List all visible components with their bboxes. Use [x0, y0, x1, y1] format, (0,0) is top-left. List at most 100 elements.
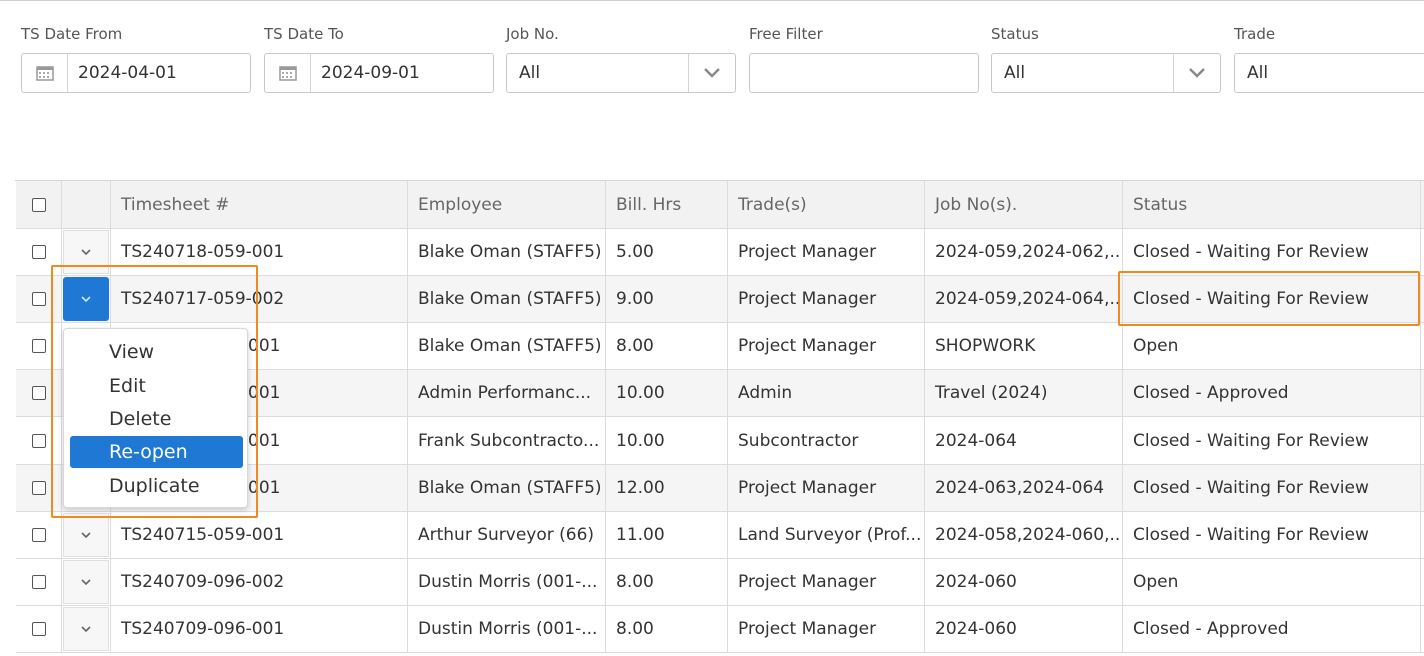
menu-item-view[interactable]: View — [70, 336, 243, 368]
column-header-trades[interactable]: Trade(s) — [728, 181, 925, 228]
cell-status: Open — [1123, 559, 1421, 605]
cell-status: Closed - Approved — [1123, 370, 1421, 416]
chevron-down-icon[interactable] — [688, 54, 735, 92]
menu-item-edit[interactable]: Edit — [70, 370, 243, 402]
row-checkbox[interactable] — [31, 433, 46, 448]
cell-employee: Blake Oman (STAFF5) — [408, 229, 606, 275]
row-select-cell — [16, 229, 62, 275]
filter-date-to-label: TS Date To — [264, 25, 344, 43]
cell-employee: Blake Oman (STAFF5) — [408, 276, 606, 322]
cell-trades: Project Manager — [728, 323, 925, 369]
row-checkbox[interactable] — [31, 575, 46, 589]
row-checkbox[interactable] — [31, 386, 46, 400]
menu-item-duplicate[interactable]: Duplicate — [70, 470, 243, 502]
trade-select[interactable]: All — [1234, 53, 1424, 93]
cell-trades: Project Manager — [728, 606, 925, 652]
row-checkbox[interactable] — [31, 528, 46, 542]
chevron-down-icon — [81, 578, 91, 585]
row-checkbox[interactable] — [31, 245, 46, 259]
row-action-button[interactable] — [63, 277, 109, 321]
cell-job-nos: SHOPWORK — [925, 323, 1123, 369]
row-action-button[interactable] — [63, 560, 109, 604]
chevron-down-icon[interactable] — [1173, 54, 1220, 92]
cell-trades: Project Manager — [728, 465, 925, 511]
row-action-cell — [62, 559, 111, 605]
cell-trades: Admin — [728, 370, 925, 416]
row-action-button[interactable] — [63, 607, 109, 651]
cell-timesheet: TS240715-059-001 — [111, 512, 408, 558]
cell-bill-hrs: 8.00 — [606, 606, 728, 652]
cell-bill-hrs: 5.00 — [606, 229, 728, 275]
cell-status: Closed - Waiting For Review — [1123, 512, 1421, 558]
column-header-timesheet[interactable]: Timesheet # — [111, 181, 408, 228]
chevron-down-icon — [81, 248, 91, 255]
table-row[interactable]: TS240709-096-002 Dustin Morris (001-... … — [16, 559, 1424, 606]
menu-item-reopen[interactable]: Re-open — [70, 436, 243, 468]
cell-bill-hrs: 8.00 — [606, 323, 728, 369]
cell-employee: Dustin Morris (001-... — [408, 559, 606, 605]
cell-timesheet: TS240709-096-001 — [111, 606, 408, 652]
cell-employee: Frank Subcontracto... — [408, 417, 606, 464]
job-no-value: All — [519, 63, 541, 83]
column-header-employee[interactable]: Employee — [408, 181, 606, 228]
top-divider — [0, 0, 1424, 1]
filter-date-from: TS Date From 2024-04-01 — [21, 24, 251, 93]
filter-job-no-label: Job No. — [506, 25, 559, 43]
calendar-icon[interactable] — [265, 54, 311, 92]
row-action-cell — [62, 229, 111, 275]
cell-bill-hrs: 10.00 — [606, 370, 728, 416]
filter-status-label: Status — [991, 25, 1039, 43]
cell-employee: Dustin Morris (001-... — [408, 606, 606, 652]
select-all-checkbox[interactable] — [31, 197, 46, 212]
row-select-cell — [16, 276, 62, 322]
cell-job-nos: 2024-059,2024-062,... — [925, 229, 1123, 275]
cell-bill-hrs: 11.00 — [606, 512, 728, 558]
row-select-cell — [16, 559, 62, 605]
cell-employee: Blake Oman (STAFF5) — [408, 323, 606, 369]
row-action-menu: View Edit Delete Re-open Duplicate — [63, 328, 248, 508]
cell-status: Open — [1123, 323, 1421, 369]
row-select-cell — [16, 417, 62, 464]
table-header: Timesheet # Employee Bill. Hrs Trade(s) … — [16, 181, 1424, 229]
calendar-icon[interactable] — [22, 54, 68, 92]
cell-job-nos: 2024-058,2024-060,... — [925, 512, 1123, 558]
column-header-status[interactable]: Status — [1123, 181, 1421, 228]
table-row[interactable]: TS240709-096-001 Dustin Morris (001-... … — [16, 606, 1424, 653]
cell-status: Closed - Waiting For Review — [1123, 229, 1421, 275]
column-header-job-nos[interactable]: Job No(s). — [925, 181, 1123, 228]
cell-status: Closed - Waiting For Review — [1123, 465, 1421, 511]
cell-bill-hrs: 10.00 — [606, 417, 728, 464]
cell-status: Closed - Waiting For Review — [1123, 417, 1421, 464]
menu-item-delete[interactable]: Delete — [70, 403, 243, 435]
filter-trade: Trade All — [1234, 24, 1424, 93]
row-action-button[interactable] — [63, 230, 109, 274]
table-row[interactable]: TS240715-059-001 Arthur Surveyor (66) 11… — [16, 512, 1424, 559]
row-checkbox[interactable] — [31, 292, 46, 306]
column-header-bill-hrs[interactable]: Bill. Hrs — [606, 181, 728, 228]
cell-bill-hrs: 9.00 — [606, 276, 728, 322]
date-from-value: 2024-04-01 — [78, 63, 177, 83]
cell-job-nos: 2024-059,2024-064,... — [925, 276, 1123, 322]
row-action-cell — [62, 512, 111, 558]
filter-trade-label: Trade — [1234, 25, 1276, 43]
cell-employee: Arthur Surveyor (66) — [408, 512, 606, 558]
chevron-down-icon — [81, 531, 91, 538]
row-checkbox[interactable] — [31, 481, 46, 495]
row-select-cell — [16, 465, 62, 511]
row-checkbox[interactable] — [31, 622, 46, 636]
table-row[interactable]: TS240717-059-002 Blake Oman (STAFF5) 9.0… — [16, 276, 1424, 323]
select-all-cell — [16, 181, 62, 228]
status-select[interactable]: All — [991, 53, 1221, 93]
date-from-input[interactable]: 2024-04-01 — [21, 53, 251, 93]
cell-bill-hrs: 8.00 — [606, 559, 728, 605]
filter-free: Free Filter — [749, 24, 979, 93]
free-filter-input[interactable] — [749, 53, 979, 93]
job-no-select[interactable]: All — [506, 53, 736, 93]
date-to-input[interactable]: 2024-09-01 — [264, 53, 494, 93]
row-action-button[interactable] — [63, 513, 109, 557]
cell-job-nos: 2024-060 — [925, 559, 1123, 605]
cell-job-nos: Travel (2024) — [925, 370, 1123, 416]
table-row[interactable]: TS240718-059-001 Blake Oman (STAFF5) 5.0… — [16, 229, 1424, 276]
cell-status: Closed - Waiting For Review — [1123, 276, 1421, 322]
row-checkbox[interactable] — [31, 339, 46, 353]
